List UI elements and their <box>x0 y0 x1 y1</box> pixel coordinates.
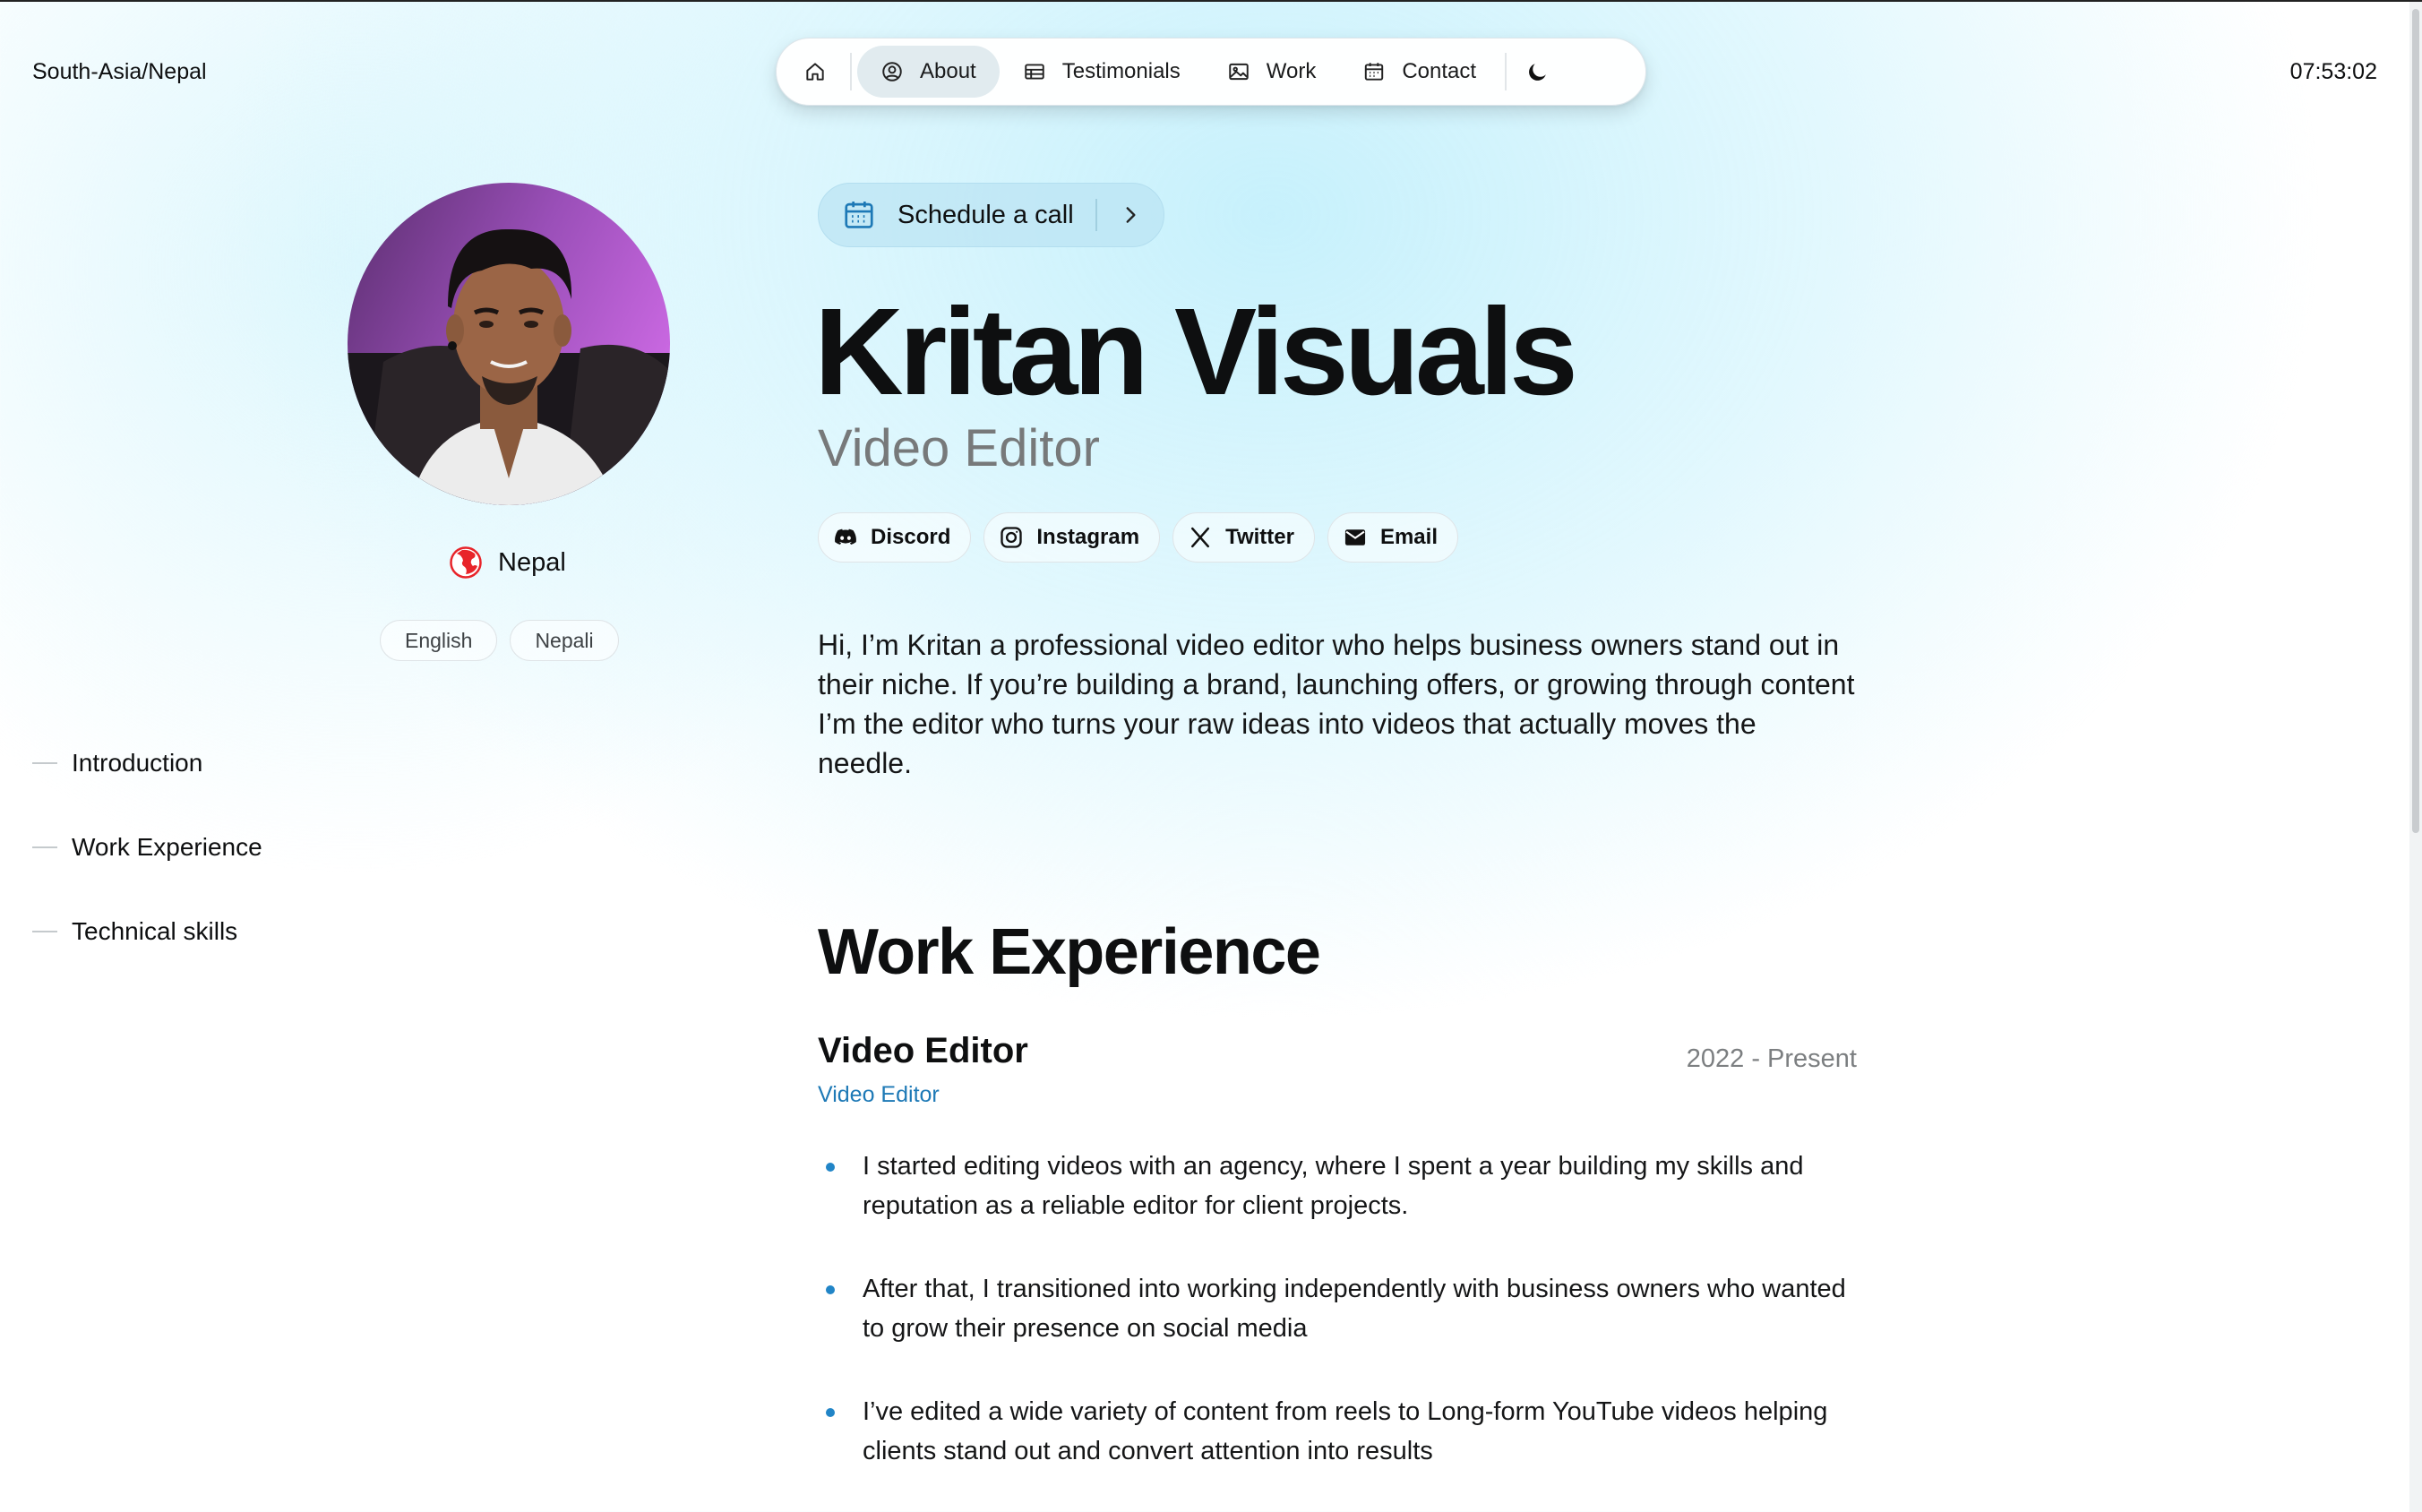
list-item: After that, I transitioned into working … <box>818 1269 1857 1348</box>
schedule-call-button[interactable]: Schedule a call <box>818 183 1164 247</box>
toc-indicator <box>32 931 57 932</box>
job-dates: 2022 - Present <box>1686 1044 1857 1073</box>
twitter-link[interactable]: Twitter <box>1172 512 1315 563</box>
theme-toggle-button[interactable] <box>1512 46 1564 98</box>
avatar-photo <box>348 183 670 505</box>
nav-about[interactable]: About <box>857 46 1000 98</box>
nav-divider <box>850 53 852 90</box>
page-title: Kritan Visuals <box>814 283 1578 421</box>
nav-testimonials-label: Testimonials <box>1061 59 1181 83</box>
x-icon <box>1191 527 1210 548</box>
section-heading-work-experience: Work Experience <box>818 916 1321 988</box>
discord-icon <box>835 528 856 546</box>
scrollbar[interactable] <box>2409 2 2422 1512</box>
list-item: I’ve edited a wide variety of content fr… <box>818 1392 1857 1471</box>
schedule-call-label: Schedule a call <box>898 200 1074 229</box>
schedule-divider <box>1095 199 1097 231</box>
location-label: Nepal <box>498 547 566 577</box>
job-bullets: I started editing videos with an agency,… <box>818 1147 1857 1512</box>
calendar-icon <box>1365 63 1384 81</box>
list-item: I started editing videos with an agency,… <box>818 1147 1857 1225</box>
nav-divider <box>1505 53 1507 90</box>
nav-contact[interactable]: Contact <box>1339 46 1499 98</box>
discord-label: Discord <box>871 525 951 549</box>
toc-label: Technical skills <box>72 917 238 945</box>
bullet-dot <box>826 1285 835 1294</box>
toc-label: Work Experience <box>72 833 262 861</box>
intro-bio: Hi, I’m Kritan a professional video edit… <box>818 629 1855 779</box>
gallery-icon <box>1229 63 1249 81</box>
nav-about-label: About <box>920 59 976 83</box>
toc-indicator <box>32 762 57 764</box>
job-company: Video Editor <box>818 1082 940 1107</box>
nav-testimonials[interactable]: Testimonials <box>1000 46 1204 98</box>
nav-contact-label: Contact <box>1402 59 1477 83</box>
avatar <box>348 183 670 505</box>
clock: 07:53:02 <box>2289 59 2377 84</box>
role-subtitle: Video Editor <box>818 419 1100 477</box>
top-nav: About Testimonials Work Contact <box>776 38 1646 106</box>
language-tag: Nepali <box>510 620 619 661</box>
language-list: English Nepali <box>380 620 619 661</box>
chevron-right-icon <box>1126 207 1136 223</box>
instagram-icon <box>1001 527 1023 548</box>
home-icon <box>806 63 824 81</box>
person-circle-icon <box>882 62 902 82</box>
moon-icon <box>1529 64 1546 81</box>
timezone-label: South-Asia/Nepal <box>32 59 207 84</box>
globe-icon <box>450 546 482 579</box>
toc-item-introduction[interactable]: Introduction <box>32 743 262 783</box>
email-label: Email <box>1379 525 1438 549</box>
table-icon <box>1024 64 1044 80</box>
bullet-text: I started editing videos with an agency,… <box>863 1152 1804 1220</box>
instagram-label: Instagram <box>1036 525 1140 549</box>
language-tag: English <box>380 620 498 661</box>
toc-indicator <box>32 846 57 848</box>
nav-work[interactable]: Work <box>1204 46 1340 98</box>
nav-home[interactable] <box>786 46 845 98</box>
bullet-dot <box>826 1408 835 1417</box>
toc-item-technical-skills[interactable]: Technical skills <box>32 912 262 951</box>
bullet-text: I’ve edited a wide variety of content fr… <box>863 1397 1828 1465</box>
email-icon <box>1344 529 1366 546</box>
calendar-icon <box>845 201 873 228</box>
twitter-label: Twitter <box>1225 525 1294 549</box>
job-title: Video Editor <box>818 1031 1028 1070</box>
bullet-text: After that, I transitioned into working … <box>863 1275 1846 1343</box>
email-link[interactable]: Email <box>1327 512 1458 563</box>
scrollbar-thumb[interactable] <box>2412 9 2419 833</box>
toc-label: Introduction <box>72 749 203 777</box>
table-of-contents: Introduction Work Experience Technical s… <box>32 743 262 996</box>
window-top-border <box>0 0 2422 2</box>
location: Nepal <box>450 545 566 580</box>
bullet-dot <box>826 1163 835 1172</box>
social-links: Discord Instagram Twitter Email <box>818 512 1458 563</box>
toc-item-work-experience[interactable]: Work Experience <box>32 828 262 867</box>
discord-link[interactable]: Discord <box>818 512 972 563</box>
instagram-link[interactable]: Instagram <box>983 512 1161 563</box>
nav-work-label: Work <box>1266 59 1317 83</box>
